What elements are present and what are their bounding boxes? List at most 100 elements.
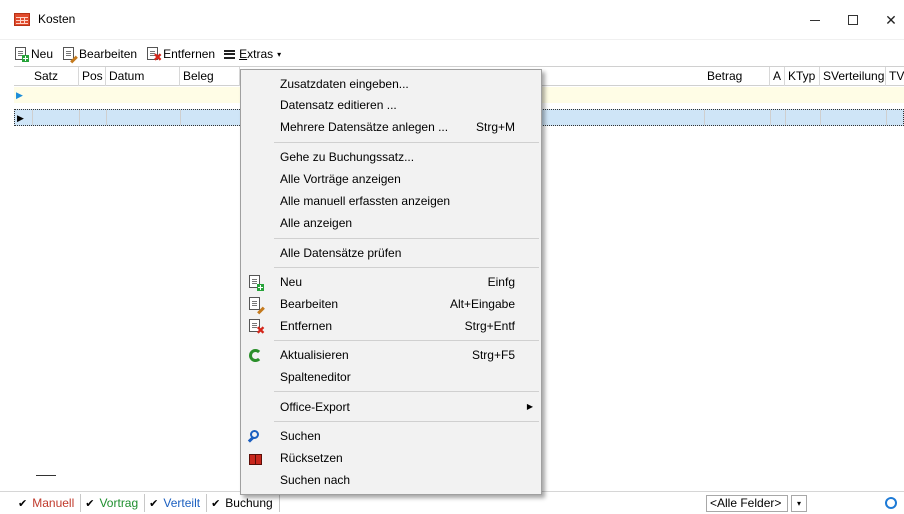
menu-separator [274, 267, 539, 268]
edit-doc-icon [62, 47, 78, 64]
filter-toggle-verteilt[interactable]: ✔ Verteilt [145, 494, 208, 512]
filter-label-verteilt: Verteilt [163, 496, 201, 510]
row-cell-divider [785, 110, 786, 125]
filter-toggle-manuell[interactable]: ✔ Manuell [14, 494, 82, 512]
checkmark-icon: ✔ [85, 497, 95, 510]
menu-item-alle-pruefen[interactable]: Alle Datensätze prüfen [241, 242, 541, 264]
filter-toggle-buchung[interactable]: ✔ Buchung [207, 494, 280, 512]
menu-item-office-export[interactable]: Office-Export ▶ [241, 396, 541, 418]
menu-item-label: Alle Datensätze prüfen [280, 246, 402, 260]
search-icon[interactable] [885, 497, 897, 509]
column-header-ktyp[interactable]: KTyp [785, 67, 820, 86]
edit-button-label: Bearbeiten [79, 47, 138, 61]
column-header-betrag[interactable]: Betrag [704, 67, 770, 86]
menu-item-spalteneditor[interactable]: Spalteneditor [241, 366, 541, 388]
delete-doc-icon: ✖ [146, 47, 162, 64]
new-doc-icon [14, 47, 29, 62]
menu-item-label: Alle manuell erfassten anzeigen [280, 194, 451, 208]
menu-item-alle-manuell[interactable]: Alle manuell erfassten anzeigen [241, 190, 541, 212]
toolbar: Neu Bearbeiten ✖ Entfernen Extras ▾ [0, 44, 904, 64]
filter-label-vortrag: Vortrag [99, 496, 139, 510]
refresh-icon [248, 348, 263, 363]
menu-item-label: Office-Export [280, 400, 350, 414]
filter-label-buchung: Buchung [225, 496, 273, 510]
extras-accesskey: E [239, 47, 248, 61]
column-header-beleg[interactable]: Beleg [180, 67, 240, 86]
chevron-down-icon: ▾ [277, 49, 282, 59]
search-icon [247, 429, 263, 444]
row-cell-divider [820, 110, 821, 125]
menu-item-datensatz-editieren[interactable]: Datensatz editieren ... [241, 94, 541, 116]
menu-item-label: Alle anzeigen [280, 216, 353, 230]
menu-item-label: Gehe zu Buchungssatz... [280, 150, 415, 164]
menu-item-label: Alle Vorträge anzeigen [280, 172, 401, 186]
field-select[interactable]: <Alle Felder> [706, 495, 788, 512]
delete-button-label: Entfernen [163, 47, 216, 61]
close-icon: ✕ [885, 11, 897, 28]
current-row-indicator-icon: ▶ [17, 113, 24, 123]
splitter-handle[interactable] [36, 475, 56, 476]
row-cell-divider [886, 110, 887, 125]
new-doc-icon [248, 275, 264, 291]
close-button[interactable]: ✕ [868, 0, 904, 40]
menu-item-suchen-nach[interactable]: Suchen nach [241, 469, 541, 491]
menu-item-alle-anzeigen[interactable]: Alle anzeigen [241, 212, 541, 234]
menu-item-label: Mehrere Datensätze anlegen ... [280, 120, 449, 134]
menu-item-bearbeiten[interactable]: Bearbeiten Alt+Eingabe [241, 293, 541, 315]
column-header-tv[interactable]: TV [886, 67, 904, 86]
menu-item-mehrere-datensaetze[interactable]: Mehrere Datensätze anlegen ... Strg+M [241, 116, 541, 138]
menu-item-label: Entfernen [280, 319, 333, 333]
menu-item-shortcut: Strg+F5 [471, 348, 515, 362]
column-header-datum[interactable]: Datum [106, 67, 180, 86]
menu-item-shortcut: Strg+M [475, 120, 515, 134]
new-button-label: Neu [31, 47, 54, 61]
edit-button[interactable]: Bearbeiten [62, 47, 138, 64]
new-button[interactable]: Neu [14, 47, 54, 62]
window-title: Kosten [38, 12, 76, 26]
checkmark-icon: ✔ [18, 497, 28, 510]
menu-item-zusatzdaten[interactable]: Zusatzdaten eingeben... [241, 73, 541, 95]
menu-item-aktualisieren[interactable]: Aktualisieren Strg+F5 [241, 344, 541, 366]
menu-item-label: Bearbeiten [280, 297, 339, 311]
menu-item-alle-vortraege[interactable]: Alle Vorträge anzeigen [241, 168, 541, 190]
column-header-a[interactable]: A [770, 67, 785, 86]
menu-item-suchen[interactable]: Suchen [241, 425, 541, 447]
binoculars-icon [248, 451, 263, 466]
checkmark-icon: ✔ [211, 497, 221, 510]
menu-item-label: Zusatzdaten eingeben... [280, 77, 409, 91]
column-header-satz[interactable]: Satz [31, 67, 79, 86]
menu-item-entfernen[interactable]: ✖ Entfernen Strg+Entf [241, 315, 541, 337]
title-bar: Kosten ✕ [0, 0, 904, 40]
new-row-indicator-icon: ▶ [16, 90, 23, 100]
delete-button[interactable]: ✖ Entfernen [146, 47, 216, 64]
menu-separator [274, 391, 539, 392]
row-cell-divider [180, 110, 181, 125]
edit-doc-icon [248, 297, 265, 315]
delete-doc-icon: ✖ [248, 319, 265, 337]
menu-item-label: Spalteneditor [280, 370, 351, 384]
menu-item-label: Aktualisieren [280, 348, 349, 362]
menu-item-shortcut: Alt+Eingabe [449, 297, 515, 311]
menu-item-neu[interactable]: Neu Einfg [241, 271, 541, 293]
chevron-down-icon: ▾ [796, 499, 801, 508]
menu-item-label: Neu [280, 275, 303, 289]
field-select-dropdown-button[interactable]: ▾ [791, 495, 807, 512]
extras-menu-button[interactable]: Extras ▾ [224, 47, 281, 61]
column-header-pos[interactable]: Pos [79, 67, 106, 86]
menu-item-ruecksetzen[interactable]: Rücksetzen [241, 447, 541, 469]
menu-separator [274, 340, 539, 341]
filter-toggle-vortrag[interactable]: ✔ Vortrag [81, 494, 146, 512]
menu-item-shortcut: Einfg [487, 275, 515, 289]
menu-item-label: Suchen [280, 429, 321, 443]
menu-item-label: Suchen nach [280, 473, 351, 487]
menu-item-gehe-zu-buchungssatz[interactable]: Gehe zu Buchungssatz... [241, 146, 541, 168]
column-header-sverteilung[interactable]: SVerteilung [820, 67, 886, 86]
menu-item-label: Datensatz editieren ... [280, 98, 397, 112]
menu-separator [274, 238, 539, 239]
row-cell-divider [704, 110, 705, 125]
maximize-icon [848, 15, 858, 25]
submenu-arrow-icon: ▶ [526, 402, 533, 411]
table-app-icon [14, 13, 30, 26]
row-cell-divider [32, 110, 33, 125]
menu-item-shortcut: Strg+Entf [464, 319, 515, 333]
